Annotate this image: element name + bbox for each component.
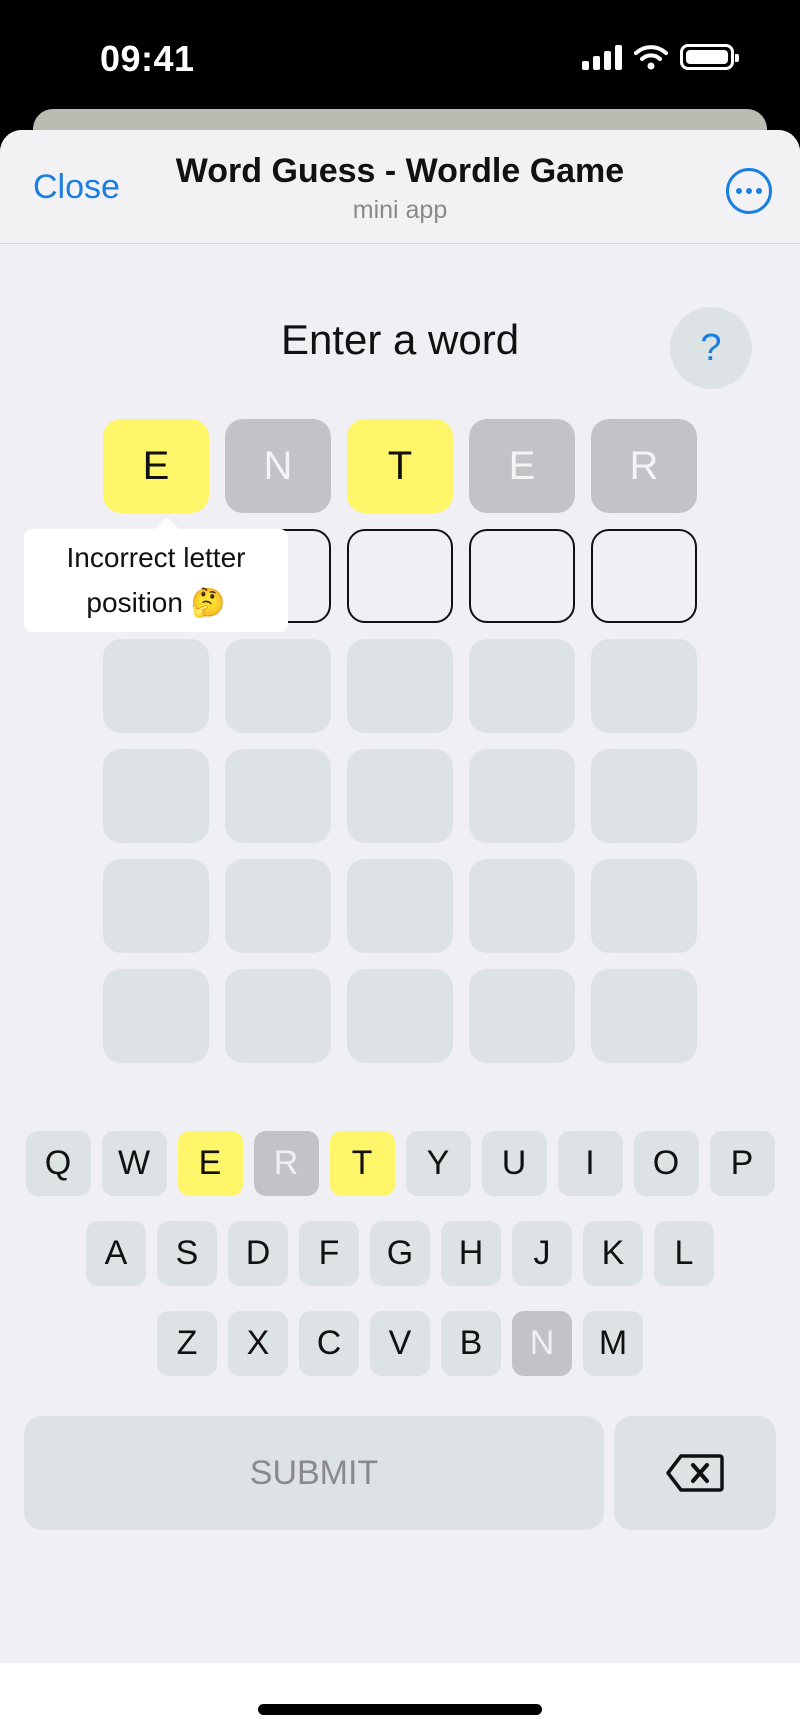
board-tile-empty — [103, 639, 209, 733]
keyboard-row-1: Q W E R T Y U I O P — [0, 1131, 800, 1196]
hint-tooltip: Incorrect letter position 🤔 — [24, 517, 288, 632]
board-tile-empty — [103, 859, 209, 953]
key-f[interactable]: F — [299, 1221, 359, 1286]
key-b[interactable]: B — [441, 1311, 501, 1376]
board-row-5 — [103, 859, 697, 953]
key-x[interactable]: X — [228, 1311, 288, 1376]
board-tile-empty — [469, 749, 575, 843]
home-indicator-area — [0, 1663, 800, 1734]
tooltip-line-1: Incorrect letter — [66, 542, 246, 573]
more-options-icon[interactable] — [726, 168, 772, 214]
board-tile-empty — [347, 639, 453, 733]
board-tile-empty — [469, 969, 575, 1063]
board-tile-active — [469, 529, 575, 623]
board-tile-empty — [225, 749, 331, 843]
board-tile-empty — [347, 749, 453, 843]
key-r[interactable]: R — [253, 1131, 319, 1196]
backspace-button[interactable] — [614, 1416, 776, 1530]
key-u[interactable]: U — [481, 1131, 547, 1196]
board-tile-empty — [103, 969, 209, 1063]
app-header: Close Word Guess - Wordle Game mini app — [0, 130, 800, 244]
key-y[interactable]: Y — [405, 1131, 471, 1196]
key-t[interactable]: T — [329, 1131, 395, 1196]
board-tile-empty — [347, 969, 453, 1063]
battery-icon — [680, 44, 739, 70]
board-row-1: E N T E R — [103, 419, 697, 513]
on-screen-keyboard: Q W E R T Y U I O P A S D F G H J K L Z … — [0, 1131, 800, 1401]
board-tile-empty — [347, 859, 453, 953]
key-s[interactable]: S — [157, 1221, 217, 1286]
board-tile: N — [225, 419, 331, 513]
backspace-icon — [666, 1454, 724, 1492]
key-a[interactable]: A — [86, 1221, 146, 1286]
app-subtitle: mini app — [352, 196, 448, 224]
board-tile-empty — [591, 639, 697, 733]
board-tile-empty — [591, 859, 697, 953]
key-w[interactable]: W — [101, 1131, 167, 1196]
status-icons — [582, 44, 739, 70]
key-z[interactable]: Z — [157, 1311, 217, 1376]
board-tile-active — [347, 529, 453, 623]
board-tile-empty — [469, 639, 575, 733]
key-h[interactable]: H — [441, 1221, 501, 1286]
tooltip-line-2: position 🤔 — [86, 587, 226, 618]
key-j[interactable]: J — [512, 1221, 572, 1286]
board-tile-empty — [225, 639, 331, 733]
status-bar: 09:41 — [0, 0, 800, 110]
board-tile-empty — [103, 749, 209, 843]
board-tile-empty — [591, 969, 697, 1063]
board-row-4 — [103, 749, 697, 843]
app-title: Word Guess - Wordle Game — [175, 152, 625, 190]
key-k[interactable]: K — [583, 1221, 643, 1286]
key-n[interactable]: N — [512, 1311, 572, 1376]
key-i[interactable]: I — [557, 1131, 623, 1196]
mini-app-sheet: Close Word Guess - Wordle Game mini app … — [0, 130, 800, 1734]
key-c[interactable]: C — [299, 1311, 359, 1376]
cellular-signal-icon — [582, 44, 622, 70]
status-time: 09:41 — [100, 38, 195, 79]
key-e[interactable]: E — [177, 1131, 243, 1196]
key-l[interactable]: L — [654, 1221, 714, 1286]
key-v[interactable]: V — [370, 1311, 430, 1376]
submit-button[interactable]: SUBMIT — [24, 1416, 604, 1530]
board-tile-empty — [469, 859, 575, 953]
board-row-3 — [103, 639, 697, 733]
board-tile: R — [591, 419, 697, 513]
board-row-6 — [103, 969, 697, 1063]
board-tile-empty — [225, 969, 331, 1063]
wifi-icon — [634, 45, 668, 70]
key-d[interactable]: D — [228, 1221, 288, 1286]
keyboard-row-3: Z X C V B N M — [0, 1311, 800, 1376]
help-button[interactable]: ? — [670, 307, 752, 389]
keyboard-row-2: A S D F G H J K L — [0, 1221, 800, 1286]
key-m[interactable]: M — [583, 1311, 643, 1376]
home-indicator[interactable] — [258, 1704, 542, 1715]
board-tile-active — [591, 529, 697, 623]
board-tile-empty — [225, 859, 331, 953]
board-tile: E — [103, 419, 209, 513]
board-tile: T — [347, 419, 453, 513]
key-q[interactable]: Q — [25, 1131, 91, 1196]
key-p[interactable]: P — [709, 1131, 775, 1196]
board-tile: E — [469, 419, 575, 513]
key-o[interactable]: O — [633, 1131, 699, 1196]
game-board: E N T E R — [103, 419, 697, 1079]
key-g[interactable]: G — [370, 1221, 430, 1286]
board-tile-empty — [591, 749, 697, 843]
